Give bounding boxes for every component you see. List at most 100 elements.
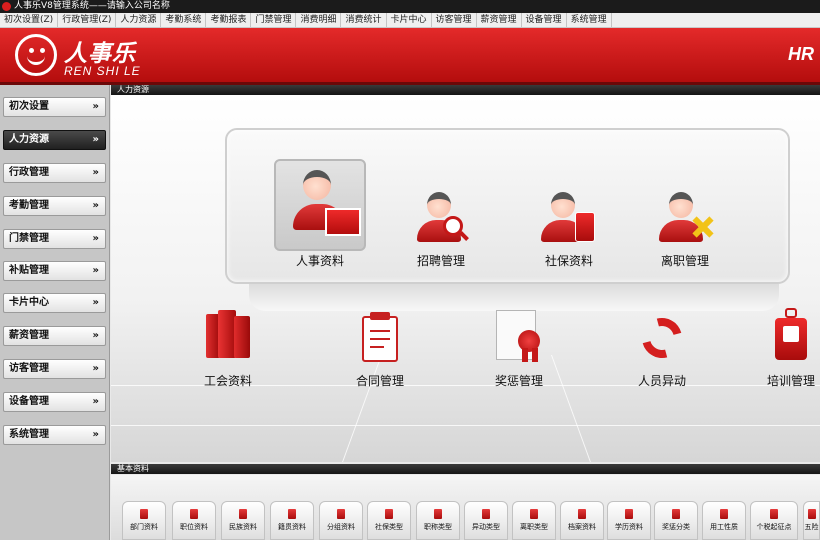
- tile-label: 合同管理: [355, 374, 404, 388]
- chevron-down-icon: »: [92, 396, 99, 407]
- tile-social-insurance[interactable]: 社保资料: [532, 190, 606, 269]
- logo-chinese-text: 人事乐: [64, 40, 136, 67]
- basic-btn-label: 离职类型: [520, 523, 548, 531]
- tile-rewards-punishment[interactable]: 奖惩管理: [484, 310, 554, 389]
- badge-photo: [783, 326, 799, 342]
- tile-label: 人员异动: [637, 374, 686, 388]
- sidebar-item-label: 访客管理: [9, 363, 49, 374]
- tile-training[interactable]: 培训管理: [758, 308, 820, 389]
- folder-shape: [325, 208, 361, 236]
- basic-btn-ethnicity[interactable]: 民族资料: [221, 501, 265, 540]
- tile-contract[interactable]: 合同管理: [345, 312, 415, 389]
- sidebar-item-label: 卡片中心: [9, 297, 49, 308]
- person-head: [551, 192, 575, 218]
- tile-personnel-change[interactable]: 人员异动: [627, 310, 697, 389]
- document-icon: [530, 509, 538, 519]
- chevron-down-icon: »: [92, 429, 99, 440]
- menu-item-consumption-stats[interactable]: 消费统计: [341, 13, 387, 27]
- chevron-down-icon: »: [92, 101, 99, 112]
- basic-btn-label: 五险: [804, 523, 819, 531]
- basic-btn-label: 异动类型: [472, 523, 500, 531]
- sidebar-item-attendance[interactable]: 考勤管理 »: [3, 196, 106, 216]
- document-icon: [482, 509, 490, 519]
- insurance-card: [575, 212, 595, 242]
- clipboard-clip: [370, 312, 390, 320]
- sidebar-item-access-control[interactable]: 门禁管理 »: [3, 229, 106, 249]
- document-icon: [288, 509, 296, 519]
- basic-btn-archive[interactable]: 档案资料: [560, 501, 604, 540]
- basic-btn-change-type[interactable]: 异动类型: [464, 501, 508, 540]
- basic-btn-label: 奖惩分类: [662, 523, 690, 531]
- sidebar-item-hr[interactable]: 人力资源 »: [3, 130, 106, 150]
- document-icon: [672, 509, 680, 519]
- basic-btn-employment-type[interactable]: 用工性质: [702, 501, 746, 540]
- section-header-basic: 基本资料: [111, 464, 820, 474]
- sidebar-item-system[interactable]: 系统管理 »: [3, 425, 106, 445]
- basic-btn-native-place[interactable]: 籍贯资料: [270, 501, 314, 540]
- sidebar-item-label: 补贴管理: [9, 265, 49, 276]
- menu-item-visitor[interactable]: 访客管理: [432, 13, 477, 27]
- basic-btn-label: 个税起征点: [756, 523, 792, 531]
- header-hr-text: HR: [788, 44, 814, 64]
- menu-item-attendance[interactable]: 考勤系统: [161, 13, 207, 27]
- basic-btn-label: 职位资料: [180, 523, 208, 531]
- chevron-down-icon: »: [92, 297, 99, 308]
- menu-item-admin[interactable]: 行政管理(Z): [58, 13, 117, 27]
- chevron-down-icon: »: [92, 265, 99, 276]
- sidebar-item-label: 初次设置: [9, 101, 49, 112]
- basic-btn-resignation-type[interactable]: 离职类型: [512, 501, 556, 540]
- sidebar-item-admin[interactable]: 行政管理 »: [3, 163, 106, 183]
- sidebar-item-card-center[interactable]: 卡片中心 »: [3, 293, 106, 313]
- basic-btn-label: 分组资料: [327, 523, 355, 531]
- person-head: [669, 192, 693, 218]
- basic-btn-department[interactable]: 部门资料: [122, 501, 166, 540]
- document-icon: [770, 509, 778, 519]
- sidebar-item-salary[interactable]: 薪资管理 »: [3, 326, 106, 346]
- sidebar-item-label: 门禁管理: [9, 233, 49, 244]
- tile-union-data[interactable]: 工会资料: [195, 306, 261, 389]
- basic-btn-reward-category[interactable]: 奖惩分类: [654, 501, 698, 540]
- basic-btn-tax-threshold[interactable]: 个税起征点: [750, 501, 798, 540]
- award-ribbon: [522, 348, 528, 362]
- refresh-cycle-icon: [634, 310, 690, 366]
- menu-item-card-center[interactable]: 卡片中心: [387, 13, 432, 27]
- basic-btn-position[interactable]: 职位资料: [172, 501, 216, 540]
- tile-label: 人事资料: [295, 254, 344, 268]
- tile-recruitment[interactable]: 招聘管理: [404, 190, 478, 269]
- menu-item-consumption-detail[interactable]: 消费明细: [296, 13, 342, 27]
- document-line: [370, 330, 390, 332]
- menu-item-device[interactable]: 设备管理: [522, 13, 567, 27]
- menu-item-attendance-report[interactable]: 考勤报表: [206, 13, 252, 27]
- sidebar-item-label: 系统管理: [9, 429, 49, 440]
- upper-panel-shelf: [249, 284, 779, 311]
- sidebar-item-initial-setup[interactable]: 初次设置 »: [3, 97, 106, 117]
- menu-item-salary[interactable]: 薪资管理: [477, 13, 522, 27]
- chevron-down-icon: »: [92, 363, 99, 374]
- menu-item-access-control[interactable]: 门禁管理: [251, 13, 297, 27]
- basic-btn-group[interactable]: 分组资料: [319, 501, 363, 540]
- menu-bar: 初次设置(Z) 行政管理(Z) 人力资源 考勤系统 考勤报表 门禁管理 消费明细 消费统计 卡片…: [0, 13, 820, 28]
- document-icon: [807, 509, 816, 519]
- basic-btn-insurance-type[interactable]: 社保类型: [367, 501, 411, 540]
- basic-btn-education[interactable]: 学历资料: [607, 501, 651, 540]
- tile-personnel-data[interactable]: 人事资料: [276, 164, 364, 269]
- basic-btn-title-type[interactable]: 职称类型: [416, 501, 460, 540]
- sidebar-item-label: 行政管理: [9, 167, 49, 178]
- app-icon: [2, 2, 11, 11]
- sidebar-item-device[interactable]: 设备管理 »: [3, 392, 106, 412]
- menu-item-hr[interactable]: 人力资源: [116, 13, 162, 27]
- sidebar-item-subsidy[interactable]: 补贴管理 »: [3, 261, 106, 281]
- menu-item-system[interactable]: 系统管理: [567, 13, 612, 27]
- sidebar-item-visitor[interactable]: 访客管理 »: [3, 359, 106, 379]
- tile-resignation[interactable]: 离职管理: [648, 190, 722, 269]
- menu-item-initial-setup[interactable]: 初次设置(Z): [0, 13, 59, 27]
- basic-btn-five-insurances[interactable]: 五险: [803, 501, 820, 540]
- basic-btn-label: 民族资料: [229, 523, 257, 531]
- union-binders-icon: [202, 306, 254, 362]
- chevron-down-icon: »: [92, 233, 99, 244]
- window-title: 人事乐V8管理系统——请输入公司名称: [14, 1, 170, 11]
- person-head: [303, 170, 331, 200]
- award-ribbon: [532, 348, 538, 362]
- badge-clip: [785, 308, 797, 318]
- id-badge-icon: [771, 308, 811, 364]
